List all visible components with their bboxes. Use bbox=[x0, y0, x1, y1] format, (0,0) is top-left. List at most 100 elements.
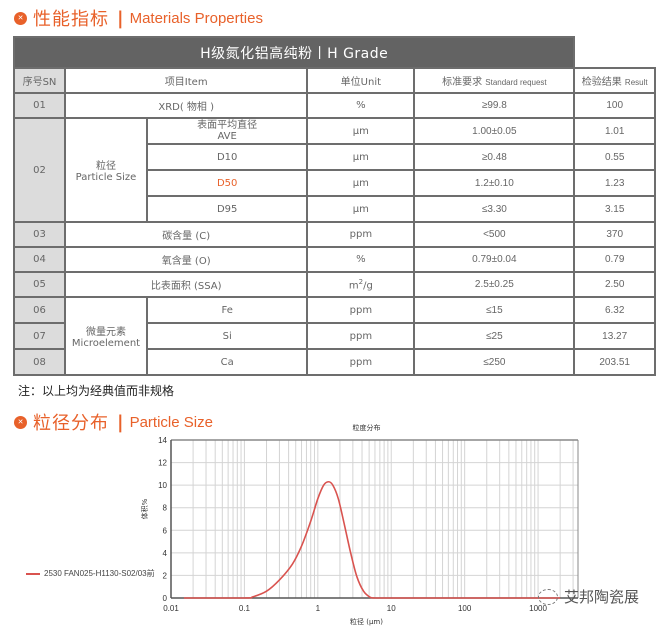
section-title-zh: 性能指标 bbox=[33, 9, 109, 30]
row-sn: 01 bbox=[13, 92, 66, 119]
table-row: 03 碳含量 (C) ppm <500 370 bbox=[13, 221, 656, 248]
row-item: D95 bbox=[145, 195, 309, 223]
row-result: 1.23 bbox=[573, 169, 656, 197]
row-result: 6.32 bbox=[573, 296, 656, 324]
row-unit: μm bbox=[306, 143, 416, 171]
row-sn: 08 bbox=[13, 348, 66, 376]
row-result: 370 bbox=[573, 221, 656, 248]
table-header-row: 序号SN 项目Item 单位Unit 标准要求 Standard request… bbox=[13, 67, 656, 94]
row-unit: μm bbox=[306, 117, 416, 145]
series-line bbox=[183, 480, 561, 599]
row-unit: % bbox=[306, 92, 416, 119]
row-sn: 07 bbox=[13, 322, 66, 350]
x-tick-label: 100 bbox=[458, 604, 472, 613]
chart-legend: 2530 FAN025-H1130-S02/03前 bbox=[26, 568, 155, 579]
header-item: 项目Item bbox=[63, 67, 309, 94]
row-group: 微量元素 Microelement bbox=[64, 296, 148, 376]
row-sn: 02 bbox=[13, 117, 66, 223]
unit-tail: /g bbox=[363, 280, 373, 292]
row-item: Ca bbox=[145, 348, 309, 376]
unit-base: m bbox=[348, 280, 359, 292]
row-result: 203.51 bbox=[573, 348, 656, 376]
row-result: 2.50 bbox=[573, 271, 656, 298]
header-sn: 序号SN bbox=[13, 67, 66, 94]
row-result: 100 bbox=[573, 92, 656, 119]
table-row: 01 XRD( 物相 ) % ≥99.8 100 bbox=[13, 92, 656, 119]
row-item: Si bbox=[145, 322, 309, 350]
y-axis-label: 体积% bbox=[140, 498, 149, 519]
logo-badge-icon: ✕ bbox=[14, 11, 27, 25]
row-standard: <500 bbox=[413, 221, 576, 248]
row-item: 碳含量 (C) bbox=[63, 221, 309, 248]
header-result: 检验结果 Result bbox=[573, 67, 656, 94]
row-sn: 03 bbox=[13, 221, 66, 248]
row-standard: 2.5±0.25 bbox=[413, 271, 576, 298]
x-tick-label: 10 bbox=[387, 604, 396, 613]
y-tick-label: 6 bbox=[163, 526, 168, 535]
title-separator: | bbox=[117, 7, 124, 29]
row-group: 粒径 Particle Size bbox=[64, 117, 148, 223]
row-standard: ≤25 bbox=[413, 322, 576, 350]
row-standard: ≥0.48 bbox=[413, 143, 576, 171]
header-unit: 单位Unit bbox=[306, 67, 416, 94]
row-result: 3.15 bbox=[573, 195, 656, 223]
y-tick-label: 8 bbox=[163, 504, 168, 513]
footnote: 注：以上均为经典值而非规格 bbox=[18, 384, 175, 398]
row-sn: 04 bbox=[13, 246, 66, 273]
row-result: 0.79 bbox=[573, 246, 656, 273]
y-tick-label: 4 bbox=[163, 549, 168, 558]
grade-title: H级氮化铝高纯粉丨H Grade bbox=[12, 36, 576, 69]
row-standard: ≤250 bbox=[413, 348, 576, 376]
x-tick-label: 0.1 bbox=[239, 604, 251, 613]
row-standard: 1.2±0.10 bbox=[413, 169, 576, 197]
y-tick-label: 0 bbox=[163, 594, 168, 603]
row-standard: ≤3.30 bbox=[413, 195, 576, 223]
row-unit: μm bbox=[306, 169, 416, 197]
row-standard: 1.00±0.05 bbox=[413, 117, 576, 145]
y-tick-label: 2 bbox=[163, 571, 168, 580]
row-unit: m2/g bbox=[306, 271, 416, 298]
header-standard-en: Standard request bbox=[485, 78, 547, 87]
header-result-zh: 检验结果 bbox=[581, 77, 622, 88]
group-zh: 粒径 bbox=[96, 161, 116, 172]
table-row: 02 粒径 Particle Size 表面平均直径 AVE μm 1.00±0.0… bbox=[13, 117, 656, 223]
row-item: 氧含量 (O) bbox=[63, 246, 309, 273]
table-row: 04 氧含量 (O) % 0.79±0.04 0.79 bbox=[13, 246, 656, 273]
row-result: 1.01 bbox=[573, 117, 656, 145]
row-item: Fe bbox=[145, 296, 309, 324]
row-unit: ppm bbox=[306, 296, 416, 324]
row-item: D10 bbox=[145, 143, 309, 171]
table-row: 05 比表面积 (SSA) m2/g 2.5±0.25 2.50 bbox=[13, 271, 656, 298]
group-en: Microelement bbox=[71, 338, 141, 349]
row-unit: ppm bbox=[306, 221, 416, 248]
row-sn: 06 bbox=[13, 296, 66, 324]
legend-label: 2530 FAN025-H1130-S02/03前 bbox=[44, 569, 155, 578]
item-en: AVE bbox=[217, 131, 237, 142]
x-tick-label: 0.01 bbox=[163, 604, 179, 613]
row-item: 表面平均直径 AVE bbox=[145, 117, 309, 145]
legend-swatch bbox=[26, 572, 40, 575]
row-unit: μm bbox=[306, 195, 416, 223]
row-result: 0.55 bbox=[573, 143, 656, 171]
row-sn: 05 bbox=[13, 271, 66, 298]
watermark-text: 艾邦陶瓷展 bbox=[564, 588, 640, 606]
row-unit: % bbox=[306, 246, 416, 273]
row-standard: 0.79±0.04 bbox=[413, 246, 576, 273]
chart-title: 粒度分布 bbox=[353, 423, 381, 432]
group-en: Particle Size bbox=[75, 172, 137, 183]
section-title-en: Materials Properties bbox=[129, 9, 263, 27]
header-standard: 标准要求 Standard request bbox=[413, 67, 576, 94]
row-unit: ppm bbox=[306, 322, 416, 350]
header-standard-zh: 标准要求 bbox=[442, 77, 483, 88]
row-result: 13.27 bbox=[573, 322, 656, 350]
watermark: 艾邦陶瓷展 bbox=[538, 586, 639, 607]
y-tick-label: 14 bbox=[158, 436, 167, 445]
x-axis-label: 粒径 (μm) bbox=[350, 617, 383, 626]
y-tick-label: 10 bbox=[158, 481, 167, 490]
row-standard: ≥99.8 bbox=[413, 92, 576, 119]
properties-table: H级氮化铝高纯粉丨H Grade 序号SN 项目Item 单位Unit 标准要求… bbox=[12, 36, 656, 376]
row-item-highlight: D50 bbox=[145, 169, 309, 197]
wechat-icon bbox=[538, 588, 558, 605]
item-zh: 表面平均直径 bbox=[197, 120, 258, 131]
row-item: 比表面积 (SSA) bbox=[63, 271, 309, 298]
